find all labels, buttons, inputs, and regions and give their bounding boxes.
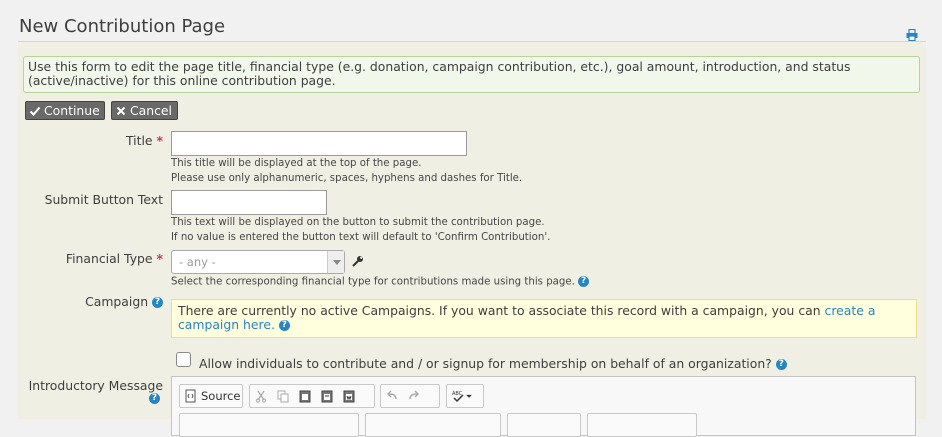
paste-button[interactable] [294, 385, 316, 407]
campaign-label-text: Campaign [85, 294, 149, 309]
campaign-notice: There are currently no active Campaigns.… [171, 299, 917, 338]
continue-button[interactable]: Continue [25, 101, 105, 120]
cancel-label: Cancel [130, 103, 172, 118]
title-input[interactable] [171, 131, 467, 156]
campaign-message: There are currently no active Campaigns.… [178, 303, 821, 318]
financial-type-label: Financial Type * [66, 251, 163, 266]
financial-type-select[interactable]: - any - [171, 250, 345, 274]
toolbar-group-spellcheck: ABC [446, 384, 484, 408]
form-panel: Use this form to edit the page title, fi… [18, 41, 926, 437]
title-label: Title * [126, 133, 163, 148]
title-desc-1: This title will be displayed at the top … [171, 158, 422, 169]
help-icon[interactable]: ? [152, 297, 163, 308]
undo-button[interactable] [381, 385, 403, 407]
copy-button[interactable] [272, 385, 294, 407]
required-marker: * [156, 251, 163, 266]
on-behalf-label: Allow individuals to contribute and / or… [199, 356, 787, 371]
spellcheck-button[interactable]: ABC [447, 385, 477, 407]
help-icon[interactable]: ? [149, 393, 160, 404]
source-icon [185, 389, 196, 403]
financial-type-desc: Select the corresponding financial type … [171, 276, 590, 288]
campaign-label: Campaign ? [85, 294, 163, 309]
cut-button[interactable] [250, 385, 272, 407]
wrench-icon[interactable] [352, 255, 364, 267]
check-icon [29, 106, 41, 116]
source-button[interactable]: Source [180, 385, 245, 407]
redo-button[interactable] [403, 385, 425, 407]
financial-type-label-text: Financial Type [65, 251, 153, 266]
toolbar-group-source: Source [179, 384, 243, 408]
page-title: New Contribution Page [19, 16, 226, 37]
toolbar-group-row2c [507, 413, 581, 437]
paste-icon [299, 390, 311, 403]
submit-button-text-input[interactable] [171, 190, 327, 215]
title-label-text: Title [125, 133, 153, 148]
toolbar-group-clipboard [249, 384, 375, 408]
redo-icon [409, 390, 419, 400]
submit-button-desc-2: If no value is entered the button text w… [171, 232, 551, 243]
print-icon[interactable] [906, 29, 918, 41]
on-behalf-checkbox[interactable] [176, 352, 191, 367]
toolbar-group-row2d [587, 413, 697, 437]
chevron-down-icon [466, 394, 472, 398]
financial-type-value: - any - [179, 255, 216, 269]
cancel-button[interactable]: Cancel [111, 101, 178, 120]
toolbar-group-row2a [179, 413, 359, 437]
chevron-down-icon [327, 251, 344, 273]
undo-icon [387, 390, 397, 400]
cut-icon [255, 390, 267, 403]
submit-button-desc-1: This text will be displayed on the butto… [171, 217, 545, 228]
paste-word-button[interactable] [338, 385, 360, 407]
toolbar-group-row2b [365, 413, 501, 437]
help-message: Use this form to edit the page title, fi… [23, 56, 920, 93]
submit-button-text-label: Submit Button Text [44, 192, 163, 207]
copy-icon [277, 390, 289, 403]
paste-text-button[interactable] [316, 385, 338, 407]
paste-word-icon [343, 390, 355, 403]
on-behalf-label-text: Allow individuals to contribute and / or… [199, 356, 772, 371]
source-label: Source [201, 389, 241, 403]
required-marker: * [156, 133, 163, 148]
toolbar-group-history [380, 384, 440, 408]
paste-text-icon [321, 390, 333, 403]
help-icon[interactable]: ? [775, 359, 787, 370]
spellcheck-icon: ABC [452, 391, 464, 403]
help-icon[interactable]: ? [578, 276, 590, 287]
financial-type-desc-text: Select the corresponding financial type … [171, 276, 575, 288]
title-desc-2: Please use only alphanumeric, spaces, hy… [171, 173, 523, 184]
continue-label: Continue [44, 103, 100, 118]
close-icon [116, 106, 126, 115]
intro-message-label: Introductory Message [28, 378, 163, 393]
rich-text-editor[interactable]: Source ABC [171, 376, 916, 437]
help-icon[interactable]: ? [278, 320, 290, 331]
